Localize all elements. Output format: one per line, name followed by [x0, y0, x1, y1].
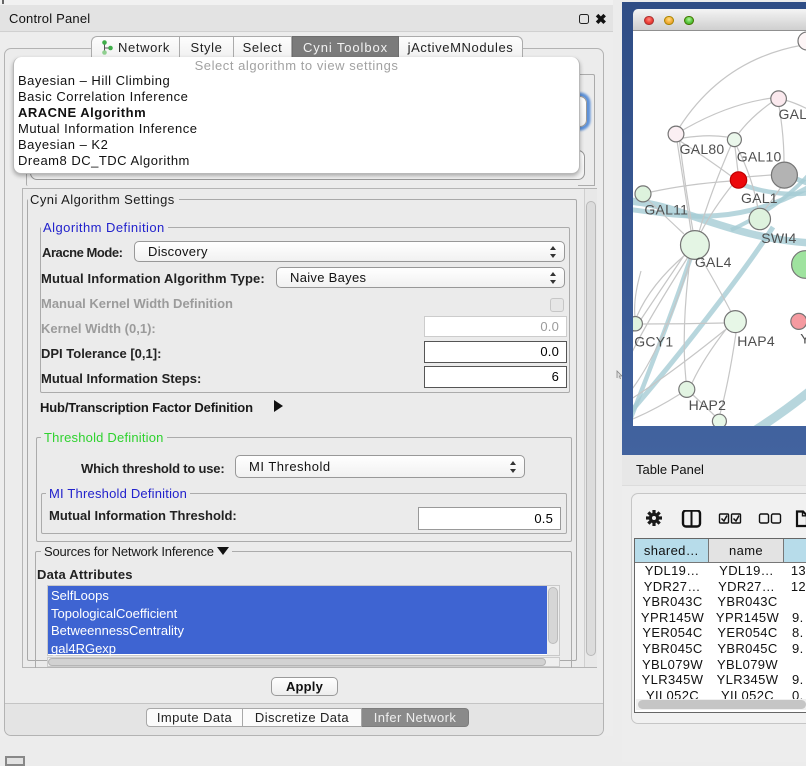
svg-text:GAL11: GAL11	[644, 202, 688, 218]
svg-text:GCY1: GCY1	[634, 334, 673, 350]
svg-text:GAL10: GAL10	[737, 149, 782, 165]
svg-text:GAL2: GAL2	[779, 106, 806, 122]
svg-text:GAL80: GAL80	[680, 141, 725, 157]
svg-text:GAL4: GAL4	[695, 254, 732, 270]
svg-text:SWI4: SWI4	[761, 230, 796, 246]
svg-text:HAP2: HAP2	[689, 397, 727, 413]
svg-text:HAP4: HAP4	[737, 333, 775, 349]
svg-text:GAL1: GAL1	[741, 190, 778, 206]
svg-text:YEL: YEL	[800, 331, 806, 347]
